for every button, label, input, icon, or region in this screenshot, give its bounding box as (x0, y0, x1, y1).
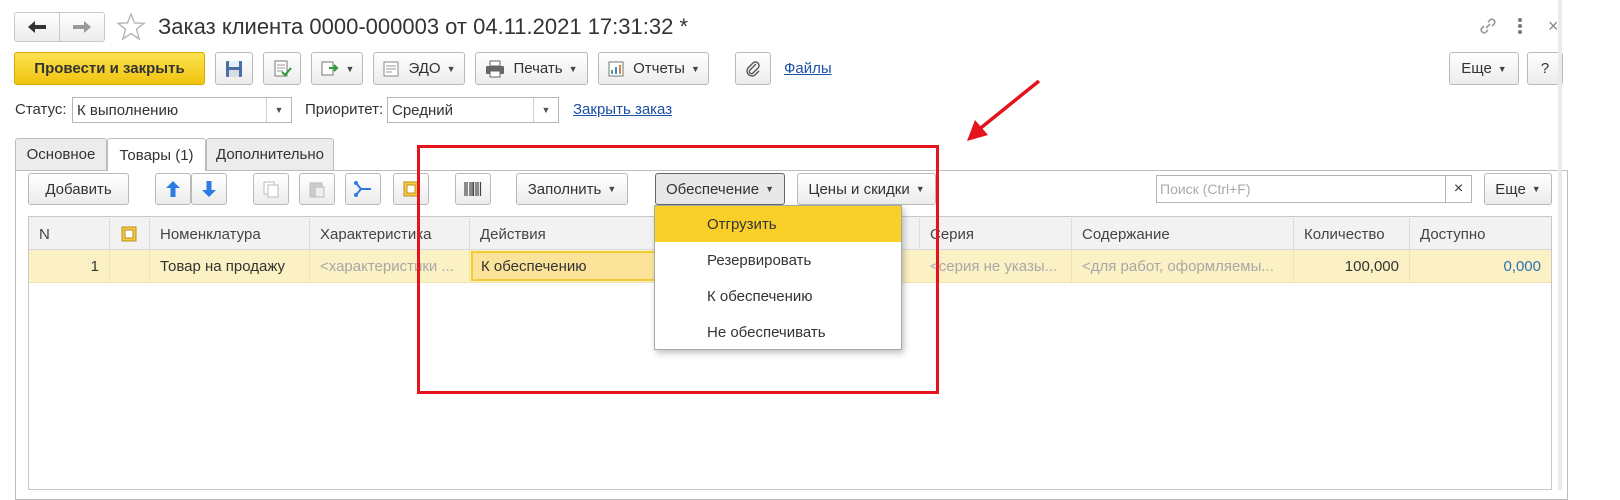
reports-label: Отчеты (633, 60, 685, 77)
row-picture (110, 250, 150, 283)
link-icon[interactable] (1478, 16, 1498, 36)
create-based-on-button[interactable]: ▼ (311, 52, 363, 85)
more-vertical-icon[interactable] (1512, 14, 1528, 38)
edo-label: ЭДО (408, 60, 441, 77)
add-button[interactable]: Добавить (28, 173, 129, 205)
priority-select[interactable]: Средний ▼ (387, 97, 559, 123)
picture-column-icon (121, 226, 137, 242)
window-title: Заказ клиента 0000-000003 от 04.11.2021 … (158, 14, 689, 39)
print-button[interactable]: Печать ▼ (475, 52, 588, 85)
close-order-link[interactable]: Закрыть заказ (573, 101, 672, 118)
split-row-button[interactable] (345, 173, 381, 205)
arrow-left-icon (28, 21, 46, 33)
forward-button[interactable] (60, 13, 104, 41)
copy-button[interactable] (253, 173, 289, 205)
annotation-highlight-box (417, 145, 939, 394)
priority-label: Приоритет: (305, 101, 384, 118)
paste-icon (309, 182, 325, 198)
status-select[interactable]: К выполнению ▼ (72, 97, 292, 123)
reports-button[interactable]: Отчеты ▼ (598, 52, 709, 85)
printer-icon (486, 60, 505, 77)
row-number: 1 (29, 250, 110, 283)
column-header-quantity[interactable]: Количество (1294, 218, 1410, 250)
edo-button[interactable]: ЭДО ▼ (373, 52, 465, 85)
row-series[interactable]: <серия не указы... (920, 250, 1072, 283)
column-header-content[interactable]: Содержание (1072, 218, 1294, 250)
status-label: Статус: (15, 101, 67, 118)
edo-icon (383, 61, 399, 76)
tab-goods[interactable]: Товары (1) (107, 138, 206, 171)
print-label: Печать (513, 60, 563, 77)
chevron-down-icon[interactable]: ▼ (533, 98, 558, 122)
row-item[interactable]: Товар на продажу (150, 250, 310, 283)
tab-main[interactable]: Основное (15, 138, 107, 170)
post-document-icon (274, 60, 292, 76)
create-based-icon (321, 61, 338, 75)
paperclip-icon (746, 60, 760, 77)
report-icon (608, 61, 624, 76)
arrow-up-icon (166, 181, 180, 197)
post-and-close-button[interactable]: Провести и закрыть (14, 52, 205, 85)
back-button[interactable] (15, 13, 60, 41)
arrow-right-icon (73, 21, 91, 33)
star-icon (116, 12, 146, 41)
nav-group (14, 12, 105, 42)
row-available: 0,000 (1503, 258, 1541, 275)
attach-button[interactable] (735, 52, 771, 85)
chevron-down-icon[interactable]: ▼ (266, 98, 291, 122)
files-link[interactable]: Файлы (784, 60, 832, 77)
more-button[interactable]: Еще ▼ (1449, 52, 1519, 85)
column-header-n[interactable]: N (29, 218, 110, 250)
arrow-down-icon (202, 181, 216, 197)
search-placeholder: Поиск (Ctrl+F) (1160, 181, 1251, 197)
row-content[interactable]: <для работ, оформляемы... (1072, 250, 1294, 283)
favorite-star-button[interactable] (115, 11, 147, 43)
goods-more-button[interactable]: Еще ▼ (1484, 173, 1552, 205)
chevron-down-icon: ▼ (1531, 184, 1541, 194)
column-header-picture[interactable] (110, 218, 150, 250)
chevron-down-icon: ▼ (690, 63, 700, 74)
annotation-arrow (967, 79, 1041, 141)
split-icon (354, 181, 371, 197)
move-up-button[interactable] (155, 173, 191, 205)
chevron-down-icon: ▼ (568, 63, 578, 74)
clear-search-button[interactable]: × (1446, 175, 1472, 203)
floppy-disk-icon (226, 60, 242, 77)
row-quantity[interactable]: 100,000 (1294, 250, 1410, 283)
column-header-available[interactable]: Доступно (1410, 218, 1551, 250)
status-value: К выполнению (77, 101, 179, 119)
move-down-button[interactable] (191, 173, 227, 205)
chevron-down-icon: ▼ (1497, 63, 1507, 74)
column-header-series[interactable]: Серия (920, 218, 1072, 250)
copy-icon (263, 181, 279, 198)
tab-additional[interactable]: Дополнительно (206, 138, 334, 170)
column-header-item[interactable]: Номенклатура (150, 218, 310, 250)
chevron-down-icon: ▼ (446, 63, 456, 74)
priority-value: Средний (392, 101, 453, 119)
save-button[interactable] (215, 52, 253, 85)
window-scrollbar[interactable] (1558, 0, 1562, 490)
chevron-down-icon: ▼ (345, 63, 355, 74)
more-label: Еще (1461, 60, 1492, 77)
goods-more-label: Еще (1495, 180, 1526, 198)
paste-button[interactable] (299, 173, 335, 205)
post-button[interactable] (263, 52, 301, 85)
